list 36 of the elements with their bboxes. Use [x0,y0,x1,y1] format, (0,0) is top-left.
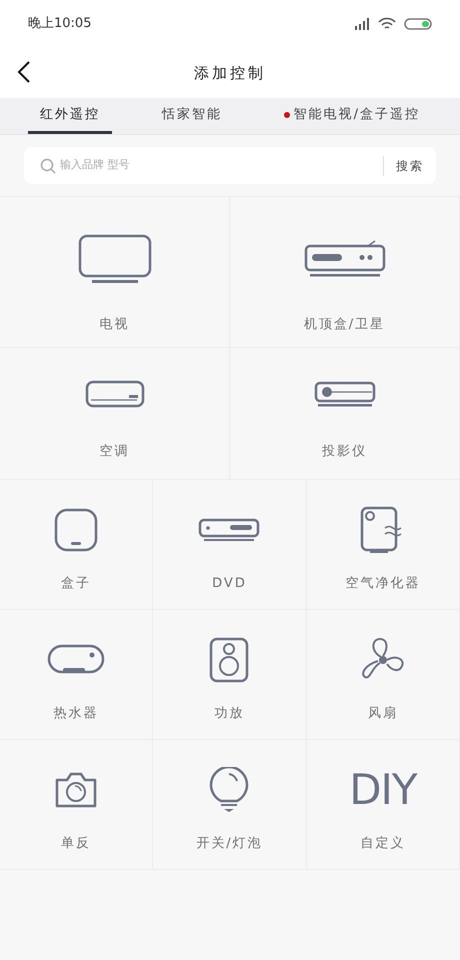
device-tile[interactable]: 热水器 [0,610,154,740]
set-top-box-icon [304,240,386,278]
projector-icon [314,381,376,407]
device-tile[interactable]: DIY 自定义 [306,740,460,870]
tv-icon [78,234,152,284]
device-tile[interactable]: 盒子 [0,480,154,610]
device-tile[interactable]: 机顶盒/卫星 [230,197,460,348]
back-button[interactable] [16,60,32,84]
device-tile[interactable]: 电视 [0,197,230,348]
device-tile[interactable]: 开关/灯泡 [153,740,307,870]
device-tile[interactable]: 单反 [0,740,154,870]
search-button[interactable]: 搜索 [396,156,424,174]
status-time: 晚上10:05 [28,15,92,34]
tab[interactable]: 恬家智能 [150,98,234,134]
speaker-icon [209,637,250,683]
device-tile[interactable]: DVD [153,480,307,610]
camera-icon [53,771,100,809]
signal-icon [354,18,370,30]
box-icon [54,508,98,552]
search-icon [40,158,56,174]
diy-icon: DIY [349,769,416,811]
device-tile[interactable]: 风扇 [306,610,460,740]
page-title: 添加控制 [194,62,266,84]
battery-icon [404,18,432,30]
search-bar[interactable]: 输入品牌 型号 搜索 [24,147,436,184]
tab[interactable]: 智能电视/盒子遥控 [272,98,432,134]
device-tile[interactable]: 投影仪 [230,348,460,480]
water-heater-icon [47,644,106,676]
air-conditioner-icon [84,380,144,408]
device-tile[interactable]: 空气净化器 [306,480,460,610]
wifi-icon [378,17,396,31]
dvd-player-icon [198,518,260,542]
light-bulb-icon [209,767,250,813]
device-tile[interactable]: 空调 [0,348,230,480]
tab[interactable]: 红外遥控 [28,98,112,134]
device-tile[interactable]: 功放 [153,610,307,740]
